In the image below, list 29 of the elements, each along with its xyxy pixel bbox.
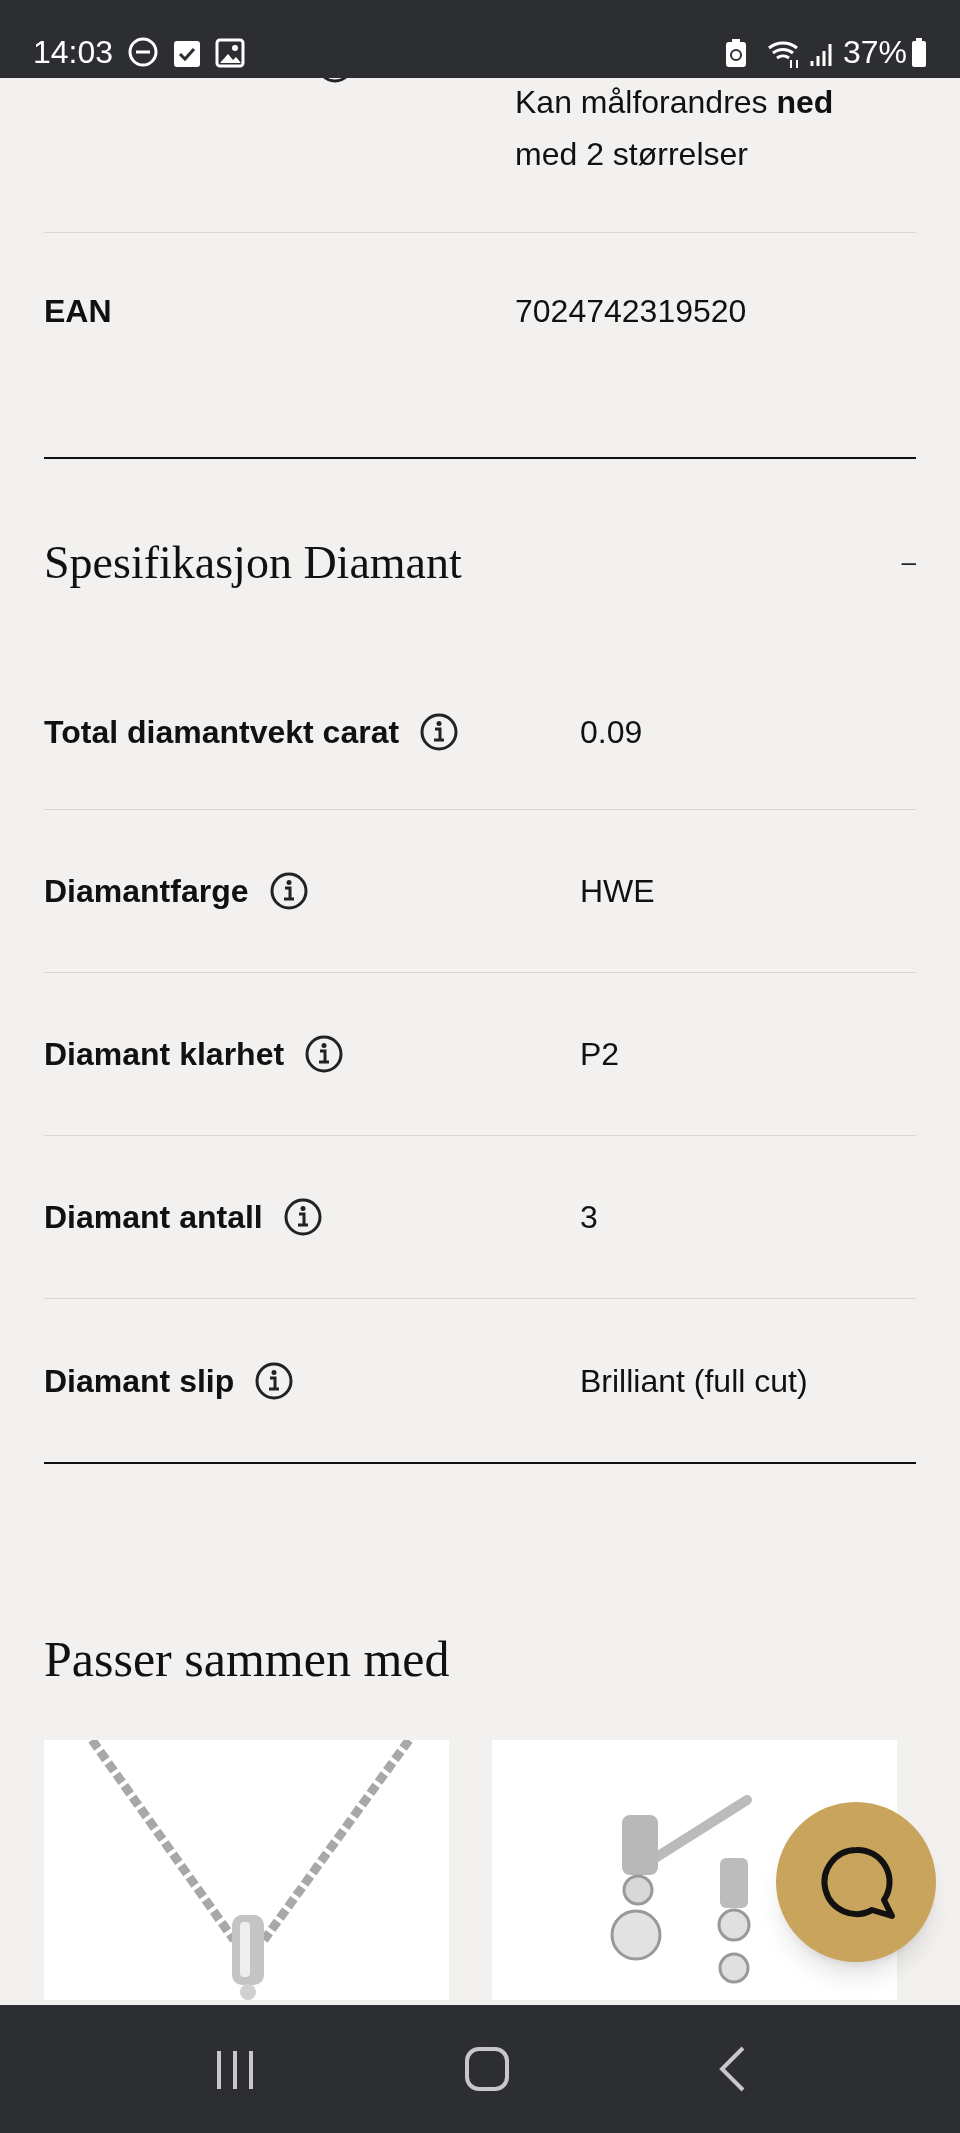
collapse-toggle[interactable]: – <box>901 542 916 582</box>
spec-value: 3 <box>580 1198 598 1237</box>
spec-value: P2 <box>580 1035 620 1074</box>
spec-label: Diamant slip <box>44 1361 235 1401</box>
spec-value: 0.09 <box>580 713 643 752</box>
section-title: Passer sammen med <box>44 1634 451 1684</box>
info-icon[interactable] <box>282 1197 323 1237</box>
spec-value: HWE <box>580 872 655 911</box>
spec-label: Diamant antall <box>44 1198 263 1237</box>
spec-label: EAN <box>44 292 113 331</box>
spec-label: Diamantfarge <box>44 872 249 911</box>
info-icon[interactable] <box>254 1360 295 1401</box>
clock: 14:03 <box>33 36 114 68</box>
battery-icon <box>911 38 927 68</box>
size-note: Kan målforandres ned med 2 størrelser <box>515 83 835 174</box>
spec-label: Diamant klarhet <box>44 1035 285 1074</box>
info-icon[interactable] <box>304 1034 345 1074</box>
do-not-disturb-icon <box>127 36 160 68</box>
info-icon[interactable] <box>419 712 460 752</box>
spec-value: 7024742319520 <box>515 292 747 331</box>
battery-level: 37% <box>842 36 907 68</box>
info-icon[interactable] <box>268 871 309 911</box>
spec-label: Total diamantvekt carat <box>44 713 400 752</box>
spec-value: Brilliant (full cut) <box>580 1361 808 1401</box>
image-icon <box>215 38 246 68</box>
checkbox-icon <box>173 40 202 68</box>
home-icon[interactable] <box>464 2046 510 2092</box>
battery-saver-icon <box>724 38 747 68</box>
section-title: Spesifikasjon Diamant <box>44 535 462 590</box>
